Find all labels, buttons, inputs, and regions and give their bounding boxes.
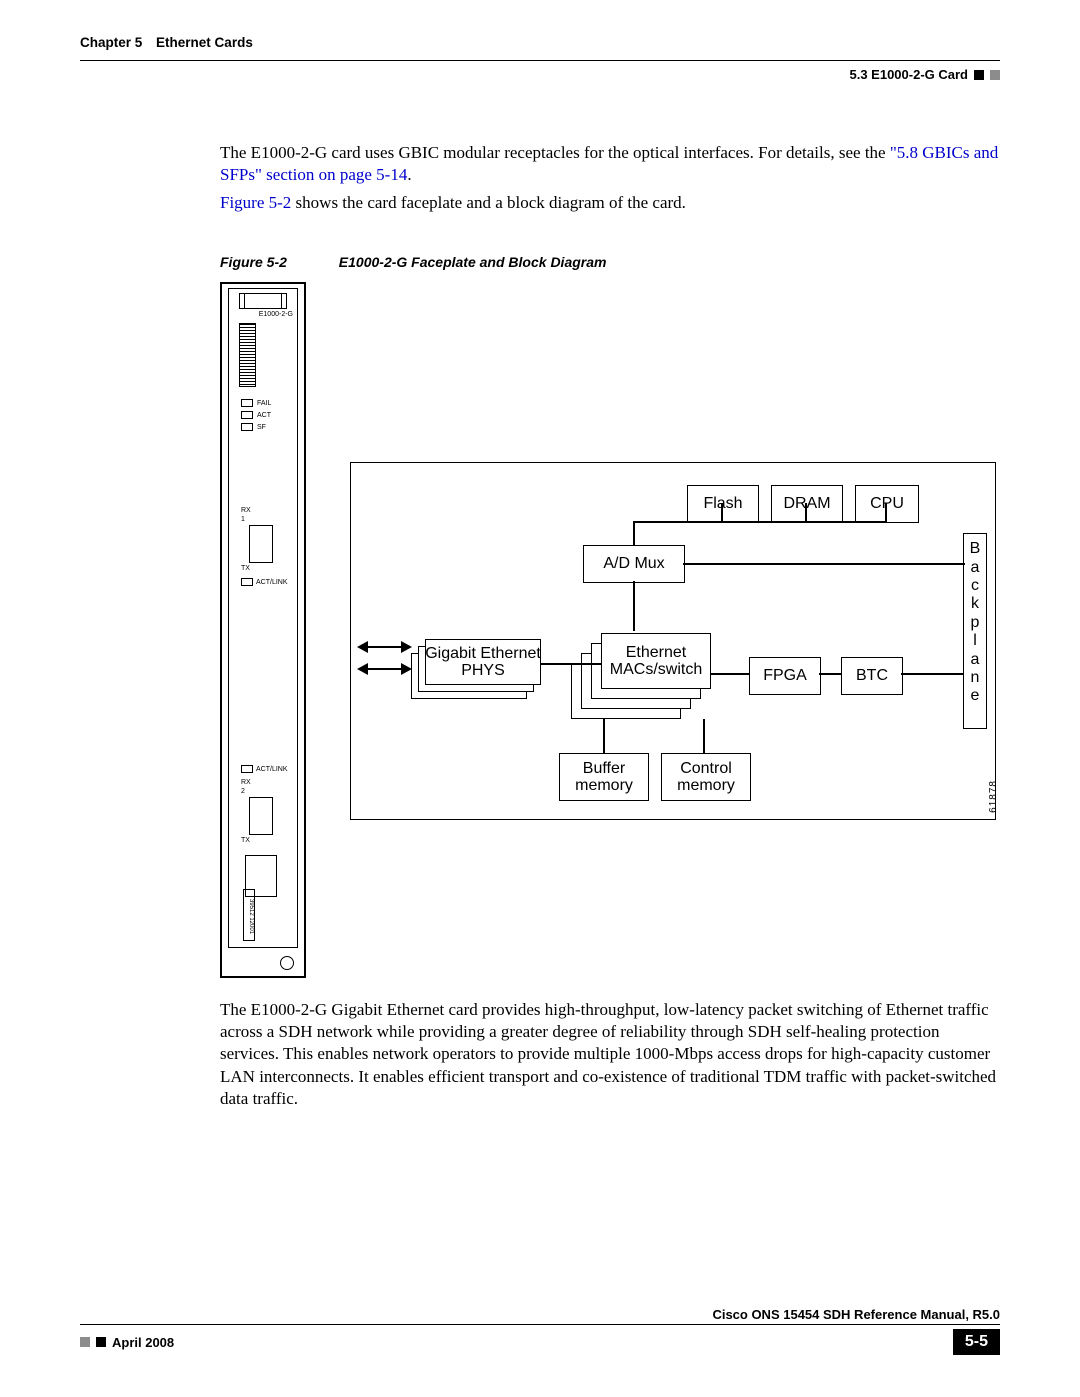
faceplate-inner: E1000-2-G FAIL ACT SF RX 1 TX ACT/LINK A…: [228, 288, 298, 948]
box-macs: Ethernet MACs/switch: [601, 633, 711, 689]
ejector-top-inner: [244, 293, 282, 309]
port-2: ACT/LINK RX 2 TX: [241, 759, 288, 846]
port2-actlink: ACT/LINK: [256, 766, 288, 773]
footer-marker-icon: [80, 1337, 90, 1347]
led-icon: [241, 765, 253, 773]
box-backplane: Backplane: [963, 533, 987, 729]
footer-manual-title: Cisco ONS 15454 SDH Reference Manual, R5…: [80, 1307, 1000, 1322]
figure-number: Figure 5-2: [220, 254, 287, 270]
box-fpga: FPGA: [749, 657, 821, 695]
link-figure-5-2[interactable]: Figure 5-2: [220, 193, 291, 212]
intro-p1-b: .: [407, 165, 411, 184]
subheader: 5.3 E1000-2-G Card: [80, 67, 1000, 82]
chapter-title: Ethernet Cards: [156, 35, 253, 50]
box-dram: DRAM: [771, 485, 843, 523]
header-left: Chapter 5 Ethernet Cards: [80, 35, 253, 50]
figure-drawing-id: 61878: [988, 780, 999, 813]
led-fail: FAIL: [257, 400, 271, 407]
section-marker-icon: [990, 70, 1000, 80]
body-after-text: The E1000-2-G Gigabit Ethernet card prov…: [220, 999, 1000, 1109]
intro-text: The E1000-2-G card uses GBIC modular rec…: [220, 142, 1000, 214]
figure-caption: Figure 5-2 E1000-2-G Faceplate and Block…: [220, 254, 1000, 270]
section-label: 5.3 E1000-2-G Card: [849, 67, 968, 82]
port1-connector-icon: [249, 525, 273, 563]
figure-title: E1000-2-G Faceplate and Block Diagram: [339, 254, 607, 270]
port1-tx: TX: [241, 565, 288, 572]
figure-area: E1000-2-G FAIL ACT SF RX 1 TX ACT/LINK A…: [220, 282, 1000, 982]
led-sf: SF: [257, 424, 266, 431]
box-btc: BTC: [841, 657, 903, 695]
stack-phys: Gigabit Ethernet PHYS: [411, 639, 541, 699]
page-footer: Cisco ONS 15454 SDH Reference Manual, R5…: [80, 1307, 1000, 1355]
port2-connector-icon: [249, 797, 273, 835]
led-act: ACT: [257, 412, 271, 419]
page: Chapter 5 Ethernet Cards 5.3 E1000-2-G C…: [0, 0, 1080, 1385]
footer-date: April 2008: [112, 1335, 174, 1350]
led-icon: [241, 578, 253, 586]
led-icon: [241, 399, 253, 407]
intro-p2: shows the card faceplate and a block dia…: [291, 193, 686, 212]
box-flash: Flash: [687, 485, 759, 523]
page-header: Chapter 5 Ethernet Cards: [80, 35, 1000, 50]
ejector-hole-icon: [280, 956, 294, 970]
block-diagram: Flash DRAM CPU A/D Mux Gigabit Ethernet …: [350, 462, 996, 820]
box-cpu: CPU: [855, 485, 919, 523]
intro-p1-a: The E1000-2-G card uses GBIC modular rec…: [220, 143, 890, 162]
led-group: FAIL ACT SF: [241, 397, 271, 433]
box-bufmem: Buffer memory: [559, 753, 649, 801]
barcode-icon: [239, 323, 256, 387]
stack-macs: Ethernet MACs/switch: [571, 633, 711, 719]
port1-rx: RX: [241, 507, 288, 514]
port1-num: 1: [241, 516, 288, 523]
faceplate-serial: 39512 12001: [243, 889, 255, 941]
port-1: RX 1 TX ACT/LINK: [241, 507, 288, 586]
section-marker-icon: [974, 70, 984, 80]
port2-num: 2: [241, 788, 288, 795]
led-icon: [241, 411, 253, 419]
box-phys: Gigabit Ethernet PHYS: [425, 639, 541, 685]
port2-tx: TX: [241, 837, 288, 844]
faceplate: E1000-2-G FAIL ACT SF RX 1 TX ACT/LINK A…: [220, 282, 306, 978]
page-number: 5-5: [953, 1329, 1000, 1355]
port1-actlink: ACT/LINK: [256, 579, 288, 586]
faceplate-card-label: E1000-2-G: [259, 311, 293, 318]
port2-rx: RX: [241, 779, 288, 786]
footer-marker-icon: [96, 1337, 106, 1347]
box-admux: A/D Mux: [583, 545, 685, 583]
header-rule: [80, 60, 1000, 61]
led-icon: [241, 423, 253, 431]
body-after-figure: The E1000-2-G Gigabit Ethernet card prov…: [220, 999, 1000, 1109]
chapter-number: Chapter 5: [80, 35, 142, 50]
box-ctlmem: Control memory: [661, 753, 751, 801]
